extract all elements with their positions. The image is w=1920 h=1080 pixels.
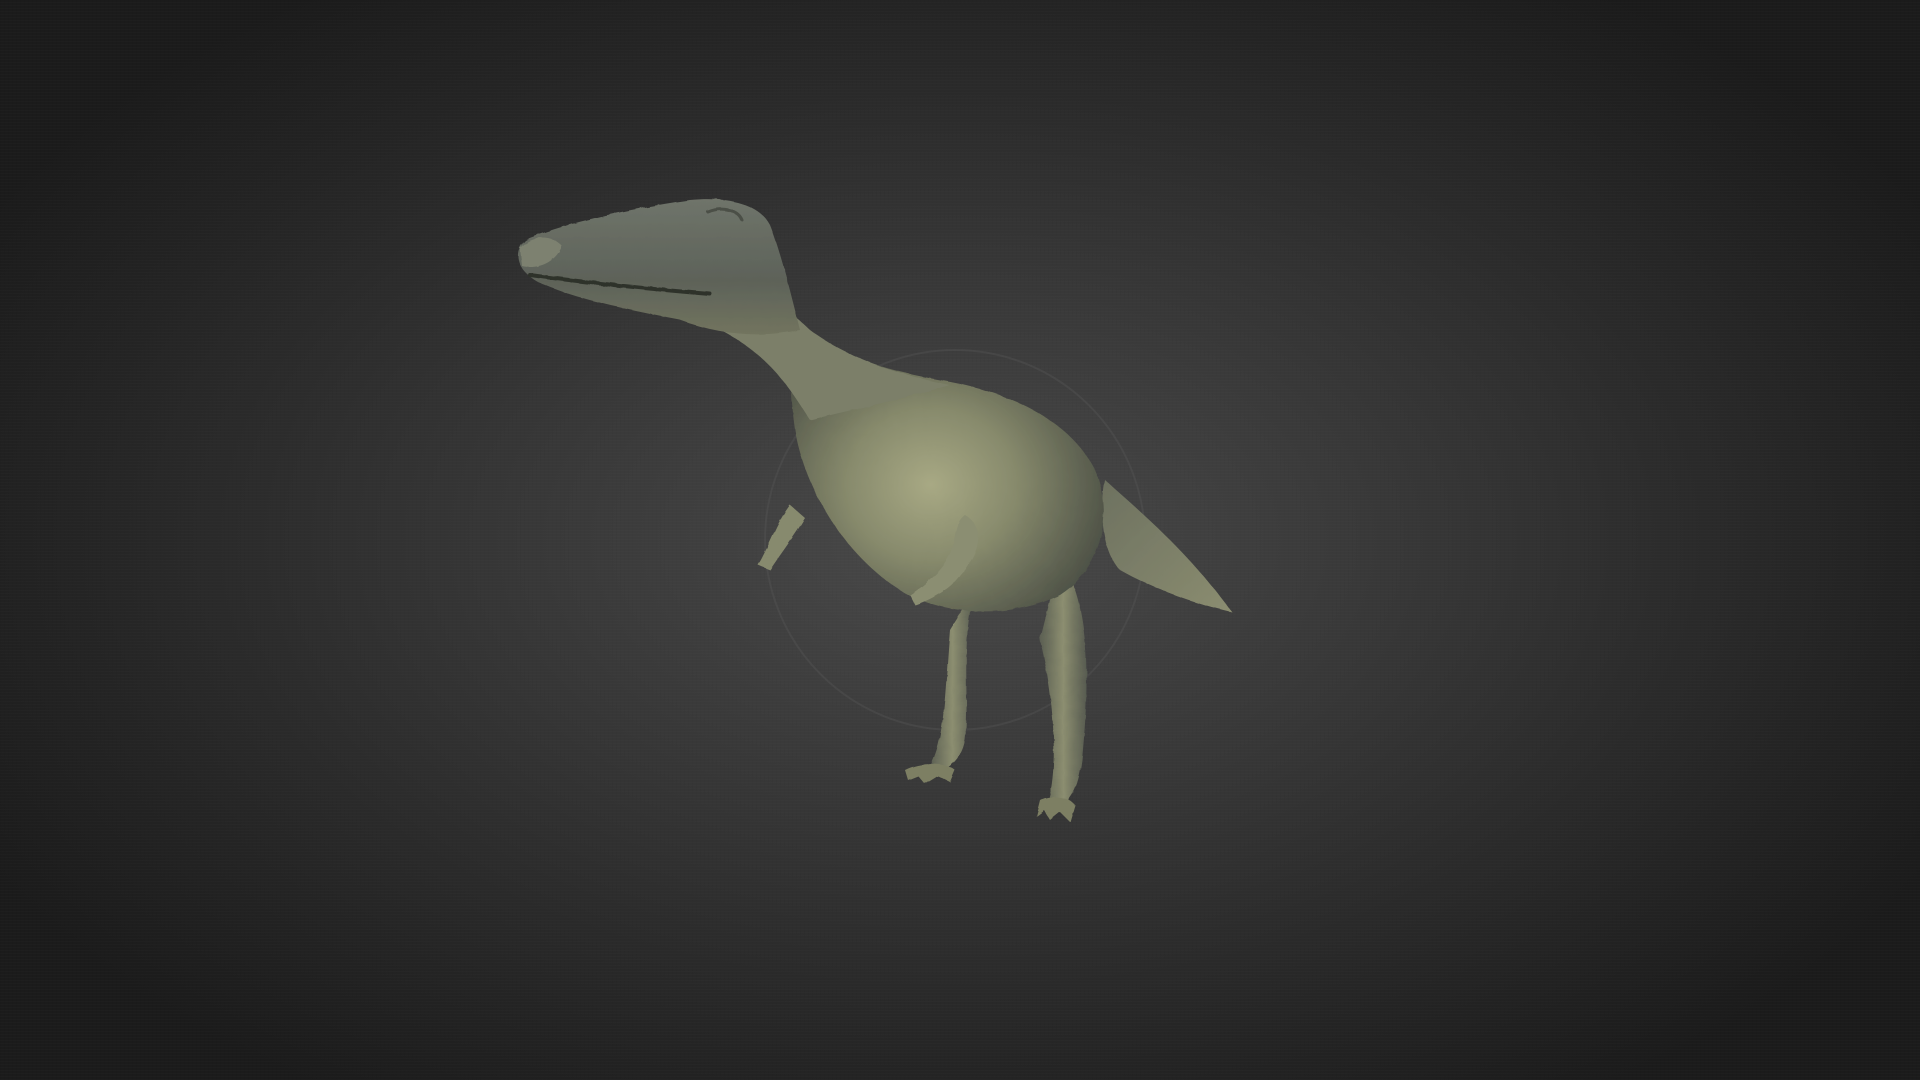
- 3d-viewport[interactable]: [0, 0, 1920, 1080]
- rear-foot-left: [905, 764, 955, 784]
- tail: [1102, 480, 1232, 612]
- head: [517, 199, 800, 335]
- model-scene[interactable]: [0, 0, 1920, 1080]
- rear-foot-right: [1036, 797, 1075, 822]
- dinosaur-model[interactable]: [517, 199, 1232, 822]
- rear-leg-left: [930, 590, 975, 772]
